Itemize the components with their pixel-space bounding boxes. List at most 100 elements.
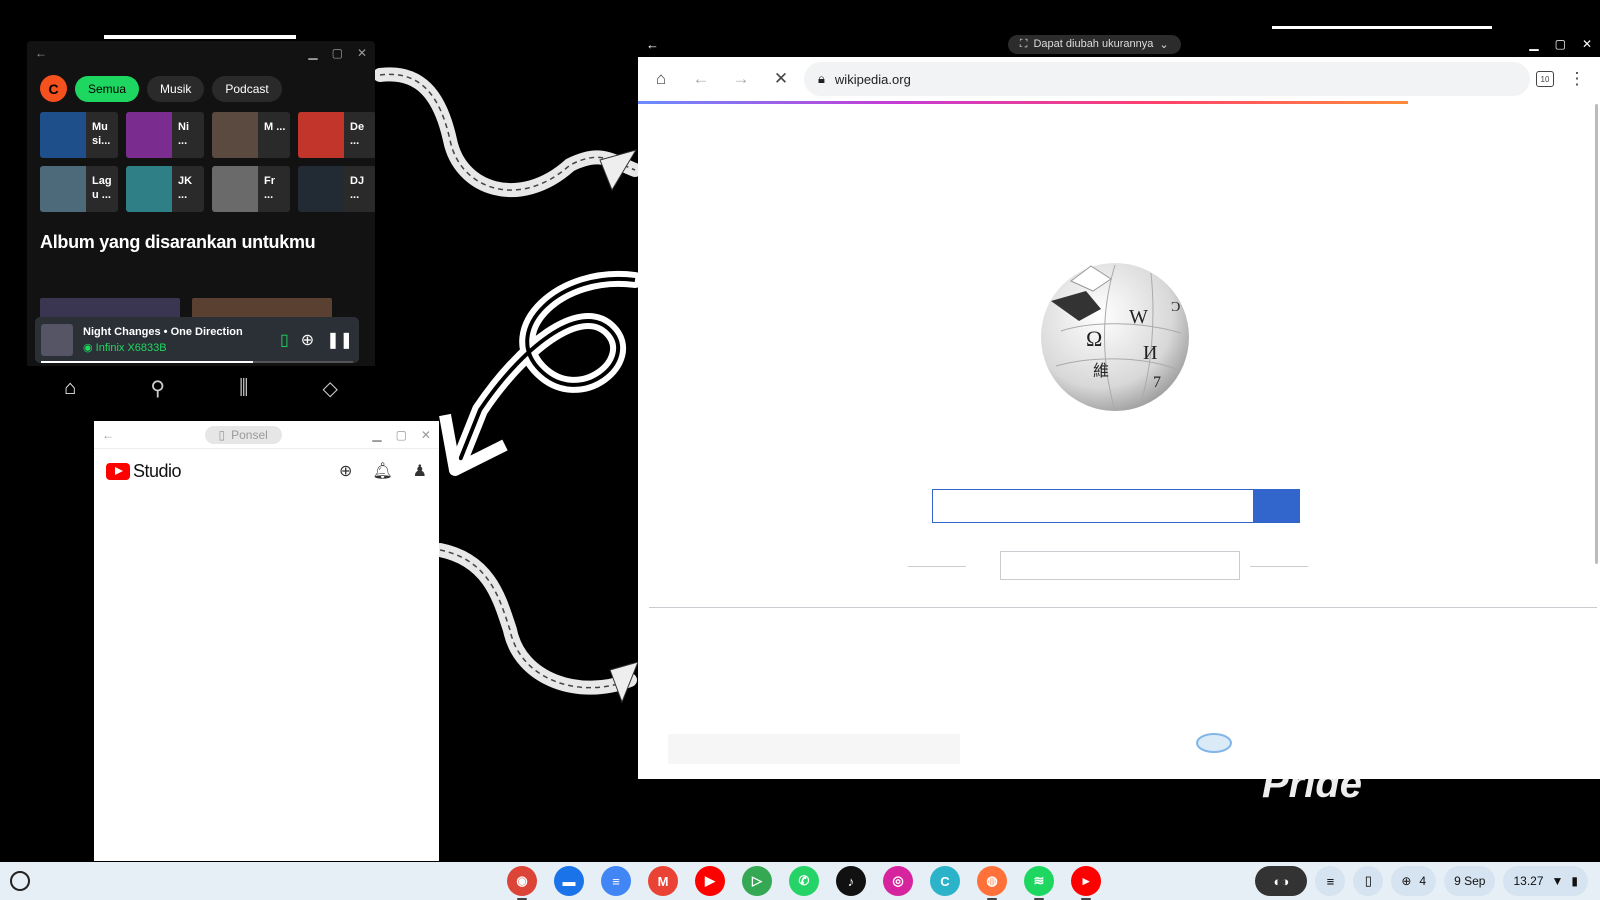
- maximize-icon[interactable]: ▢: [332, 47, 343, 59]
- forward-icon[interactable]: →: [724, 69, 758, 89]
- maximize-icon[interactable]: ▢: [1555, 37, 1566, 51]
- stop-loading-icon[interactable]: ✕: [764, 69, 798, 89]
- svg-text:Ω: Ω: [1086, 326, 1102, 351]
- now-playing-song: Night Changes • One Direction: [83, 326, 243, 338]
- playback-progress[interactable]: [41, 361, 353, 363]
- search-icon[interactable]: ⚲: [150, 376, 165, 401]
- back-arrow-icon[interactable]: ←: [646, 37, 659, 52]
- svg-text:維: 維: [1093, 361, 1109, 380]
- spotify-bottom-nav: ⌂ ⚲ ⫼ ◇: [27, 366, 375, 411]
- system-status-pill[interactable]: 13.27 ▼ ▮: [1503, 866, 1588, 896]
- phone-hub-icon[interactable]: ▯: [1353, 866, 1384, 896]
- back-icon[interactable]: ←: [684, 69, 718, 89]
- shortcut-tile[interactable]: JK ...: [126, 166, 204, 212]
- maximize-icon[interactable]: ▢: [396, 429, 407, 441]
- shortcut-tile[interactable]: De ...: [298, 112, 375, 158]
- whatsapp-icon[interactable]: ✆: [789, 866, 819, 896]
- svg-text:Ɔ: Ɔ: [1171, 300, 1180, 315]
- device-phone-icon[interactable]: ▯: [280, 330, 289, 350]
- now-playing-device: ◉ Infinix X6833B: [83, 341, 268, 354]
- device-label: Infinix X6833B: [95, 342, 167, 354]
- wikimedia-icon[interactable]: [1196, 733, 1232, 753]
- add-icon[interactable]: ⊕: [301, 330, 314, 350]
- spotify-window: ← ▁ ▢ ✕ C Semua Musik Podcast Mu si... Ni…: [27, 41, 375, 411]
- chip-semua[interactable]: Semua: [75, 75, 140, 102]
- notification-bell-icon[interactable]: 🔔︎: [372, 461, 392, 481]
- create-plus-icon[interactable]: ⊕: [339, 461, 352, 481]
- wiki-search-button[interactable]: [1254, 489, 1300, 523]
- tile-artwork: [298, 166, 344, 212]
- back-arrow-icon[interactable]: ←: [35, 47, 47, 59]
- url-text: wikipedia.org: [834, 71, 911, 87]
- close-icon[interactable]: ✕: [421, 429, 431, 441]
- chrome-toolbar: ⌂ ← → ✕ 🔒︎ wikipedia.org 10 ⋮: [638, 57, 1600, 101]
- wikipedia-globe-logo: Ω W И 維 7 Ɔ: [1041, 263, 1189, 411]
- notification-count: 4: [1419, 874, 1427, 888]
- instagram-icon[interactable]: ◎: [883, 866, 913, 896]
- minimize-icon[interactable]: ▁: [372, 429, 381, 441]
- resize-chip[interactable]: ⛶ Dapat diubah ukurannya ⌄: [1007, 34, 1181, 54]
- notification-pill[interactable]: ⊕ 4: [1391, 866, 1437, 896]
- back-arrow-icon[interactable]: ←: [102, 429, 114, 441]
- close-icon[interactable]: ✕: [1582, 37, 1592, 51]
- lock-icon: 🔒︎: [818, 71, 825, 86]
- date-pill[interactable]: 9 Sep: [1444, 866, 1496, 896]
- more-menu-icon[interactable]: ⋮: [1560, 69, 1594, 89]
- wikipedia-page: Ω W И 維 7 Ɔ: [638, 104, 1600, 779]
- address-bar[interactable]: 🔒︎ wikipedia.org: [804, 62, 1530, 96]
- language-button[interactable]: [1000, 551, 1240, 580]
- wiki-search-input[interactable]: [932, 489, 1254, 523]
- pause-icon[interactable]: ❚❚: [326, 330, 353, 350]
- tile-label: Lag u ...: [92, 175, 112, 201]
- shortcut-tile[interactable]: Lag u ...: [40, 166, 118, 212]
- shortcut-tile[interactable]: Ni ...: [126, 112, 204, 158]
- chip-musik[interactable]: Musik: [147, 75, 205, 102]
- launcher-icon[interactable]: [10, 871, 30, 891]
- youtube-icon[interactable]: ▶: [695, 866, 725, 896]
- close-icon[interactable]: ✕: [357, 47, 367, 59]
- svg-text:W: W: [1129, 306, 1148, 328]
- desktop: Pride ← ▁ ▢ ✕ C Semua Musik Podcast Mu s…: [0, 0, 1600, 900]
- clipboard-icon[interactable]: ≡: [1315, 866, 1346, 896]
- home-icon[interactable]: ⌂: [644, 69, 678, 89]
- tiktok-icon[interactable]: ♪: [836, 866, 866, 896]
- shelf: ◉ ▬ ≡ M ▶ ▷ ✆ ♪ ◎ C ◍ ≋ ▸ ◐◑ ≡ ▯ ⊕ 4 9 Sep 13.27 ▼ ▮: [0, 862, 1600, 900]
- files-icon[interactable]: ▬: [554, 866, 584, 896]
- gmail-icon[interactable]: M: [648, 866, 678, 896]
- youtube-studio-logo[interactable]: Studio: [106, 461, 182, 482]
- svg-text:7: 7: [1153, 374, 1161, 391]
- home-icon[interactable]: ⌂: [64, 377, 76, 400]
- clock-time: 13.27: [1513, 874, 1544, 888]
- minimize-icon[interactable]: ▁: [308, 47, 317, 59]
- tile-artwork: [126, 112, 172, 158]
- pinned-apps: ◉ ▬ ≡ M ▶ ▷ ✆ ♪ ◎ C ◍ ≋ ▸: [507, 866, 1101, 900]
- user-avatar-icon[interactable]: ◐◑: [1255, 866, 1308, 896]
- filter-chips: C Semua Musik Podcast: [27, 65, 375, 102]
- connect-icon: ◉: [83, 342, 96, 354]
- channel-avatar[interactable]: ♟: [413, 461, 427, 481]
- spotify-icon[interactable]: ≋: [1024, 866, 1054, 900]
- minimize-icon[interactable]: ▁: [1529, 37, 1538, 51]
- profile-avatar[interactable]: C: [40, 75, 67, 102]
- now-playing-bar[interactable]: Night Changes • One Direction ◉ Infinix …: [35, 317, 359, 363]
- page-scrollbar[interactable]: [1595, 104, 1598, 564]
- chip-podcast[interactable]: Podcast: [212, 75, 282, 102]
- shortcut-tile[interactable]: Mu si...: [40, 112, 118, 158]
- play-store-icon[interactable]: ▷: [742, 866, 772, 896]
- firefox-icon[interactable]: ◍: [977, 866, 1007, 900]
- chrome-icon[interactable]: ◉: [507, 866, 537, 900]
- ytstudio-header: Studio ⊕ 🔔︎ ♟: [94, 449, 439, 493]
- shortcut-tile[interactable]: Fr ...: [212, 166, 290, 212]
- youtube-studio-icon[interactable]: ▸: [1071, 866, 1101, 900]
- tile-label: M ...: [264, 121, 286, 133]
- docs-icon[interactable]: ≡: [601, 866, 631, 896]
- shortcut-tile[interactable]: M ...: [212, 112, 290, 158]
- tab-switcher[interactable]: 10: [1536, 71, 1554, 87]
- premium-diamond-icon[interactable]: ◇: [323, 376, 338, 401]
- device-chip[interactable]: ▯ Ponsel: [204, 425, 282, 444]
- canva-icon[interactable]: C: [930, 866, 960, 896]
- library-icon[interactable]: ⫼: [239, 377, 248, 400]
- tile-label: Ni ...: [178, 121, 189, 147]
- resize-chip-label: Dapat diubah ukurannya: [1033, 38, 1154, 50]
- shortcut-tile[interactable]: DJ ...: [298, 166, 375, 212]
